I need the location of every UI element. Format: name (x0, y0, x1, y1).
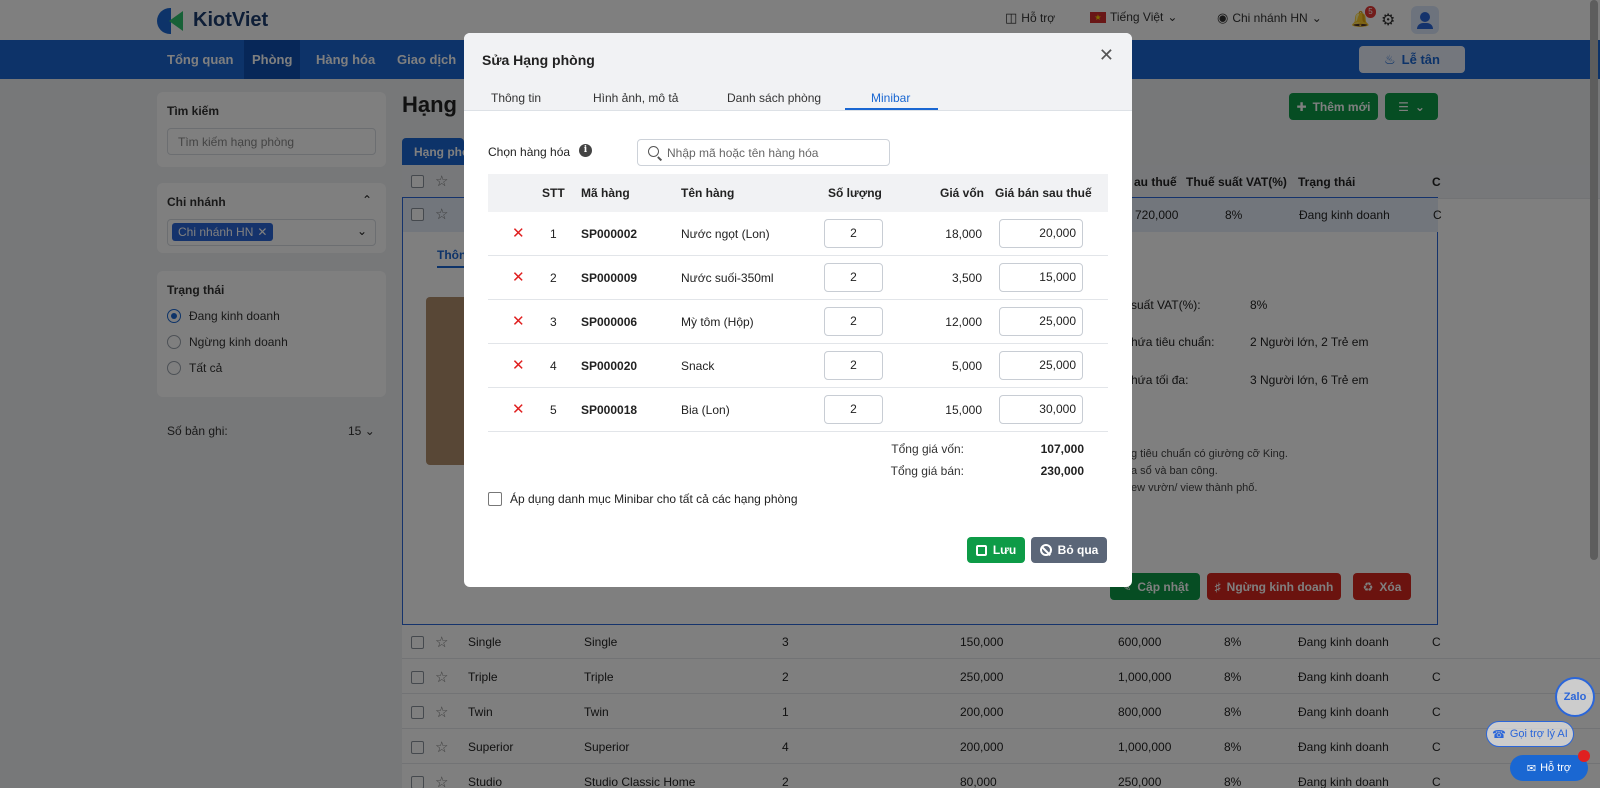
quantity-input[interactable]: 2 (824, 351, 883, 380)
minibar-row: ✕ 5 SP000018 Bia (Lon) 2 15,000 30,000 (488, 388, 1108, 432)
help-chat-button[interactable]: ✉ Hỗ trợ (1510, 755, 1588, 781)
cost-price: 18,000 (945, 227, 982, 241)
tab-hinh-anh[interactable]: Hình ảnh, mô tả (593, 91, 678, 111)
modal-header: Sửa Hạng phòng ✕ Thông tin Hình ảnh, mô … (464, 33, 1132, 111)
save-icon (975, 544, 987, 556)
ai-assistant-button[interactable]: ☎ Gọi trợ lý AI (1486, 721, 1574, 747)
total-sale-label: Tổng giá bán: (890, 464, 964, 478)
total-cost-value: 107,000 (1040, 442, 1084, 456)
row-number: 5 (550, 403, 557, 417)
save-button[interactable]: Lưu (967, 537, 1025, 563)
row-number: 1 (550, 227, 557, 241)
zalo-button[interactable]: Zalo (1555, 677, 1595, 717)
product-name: Mỳ tôm (Hộp) (681, 315, 754, 329)
row-number: 3 (550, 315, 557, 329)
product-code: SP000018 (581, 403, 638, 417)
total-sale-value: 230,000 (1040, 464, 1084, 478)
product-code: SP000020 (581, 359, 638, 373)
quantity-input[interactable]: 2 (824, 219, 883, 248)
column-header: Tên hàng (681, 186, 735, 200)
minibar-row: ✕ 4 SP000020 Snack 2 5,000 25,000 (488, 344, 1108, 388)
remove-icon[interactable]: ✕ (512, 356, 525, 374)
apply-all-checkbox[interactable] (488, 492, 502, 506)
product-code: SP000006 (581, 315, 638, 329)
total-cost-label: Tổng giá vốn: (891, 442, 964, 456)
product-code: SP000009 (581, 271, 638, 285)
sale-price-input[interactable]: 25,000 (999, 351, 1083, 380)
help-notification-dot (1578, 750, 1590, 762)
apply-all-label: Áp dụng danh mục Minibar cho tất cả các … (510, 492, 798, 506)
minibar-row: ✕ 3 SP000006 Mỳ tôm (Hộp) 2 12,000 25,00… (488, 300, 1108, 344)
minibar-table-header: STT Mã hàng Tên hàng Số lượng Giá vốn Gi… (488, 174, 1108, 212)
close-icon[interactable]: ✕ (1099, 45, 1114, 66)
tab-danh-sach-phong[interactable]: Danh sách phòng (727, 91, 821, 111)
chat-icon: ✉ (1526, 762, 1537, 775)
remove-icon[interactable]: ✕ (512, 400, 525, 418)
product-code: SP000002 (581, 227, 638, 241)
cost-price: 12,000 (945, 315, 982, 329)
quantity-input[interactable]: 2 (824, 263, 883, 292)
product-name: Nước ngọt (Lon) (681, 227, 770, 241)
sale-price-input[interactable]: 20,000 (999, 219, 1083, 248)
sale-price-input[interactable]: 15,000 (999, 263, 1083, 292)
save-label: Lưu (992, 543, 1017, 557)
sale-price-input[interactable]: 25,000 (999, 307, 1083, 336)
active-tab-indicator (845, 108, 938, 110)
row-number: 2 (550, 271, 557, 285)
quantity-input[interactable]: 2 (824, 307, 883, 336)
remove-icon[interactable]: ✕ (512, 224, 525, 242)
tab-thong-tin[interactable]: Thông tin (491, 91, 541, 111)
ban-icon (1039, 544, 1052, 556)
apply-all-checkbox-row[interactable]: Áp dụng danh mục Minibar cho tất cả các … (488, 492, 798, 506)
cost-price: 3,500 (951, 271, 982, 285)
skip-label: Bỏ qua (1057, 543, 1099, 557)
product-name: Nước suối-350ml (681, 271, 774, 285)
column-header: Giá bán sau thuế (995, 186, 1092, 200)
skip-button[interactable]: Bỏ qua (1031, 537, 1107, 563)
remove-icon[interactable]: ✕ (512, 268, 525, 286)
modal-title: Sửa Hạng phòng (482, 52, 595, 68)
info-icon[interactable]: i (579, 144, 592, 157)
search-icon (648, 146, 659, 157)
minibar-row: ✕ 1 SP000002 Nước ngọt (Lon) 2 18,000 20… (488, 212, 1108, 256)
column-header: STT (542, 186, 565, 200)
cost-price: 5,000 (951, 359, 982, 373)
minibar-row: ✕ 2 SP000009 Nước suối-350ml 2 3,500 15,… (488, 256, 1108, 300)
column-header: Giá vốn (940, 186, 985, 200)
quantity-input[interactable]: 2 (824, 395, 883, 424)
product-name: Snack (681, 359, 715, 373)
product-search-placeholder: Nhập mã hoặc tên hàng hóa (667, 146, 819, 160)
row-number: 4 (550, 359, 557, 373)
product-name: Bia (Lon) (681, 403, 730, 417)
column-header: Số lượng (828, 186, 882, 200)
column-header: Mã hàng (581, 186, 630, 200)
edit-room-class-modal: Sửa Hạng phòng ✕ Thông tin Hình ảnh, mô … (464, 33, 1132, 587)
pick-product-label: Chọn hàng hóa (488, 145, 571, 159)
cost-price: 15,000 (945, 403, 982, 417)
remove-icon[interactable]: ✕ (512, 312, 525, 330)
sale-price-input[interactable]: 30,000 (999, 395, 1083, 424)
help-chat-label: Hỗ trợ (1540, 762, 1572, 774)
product-search-input[interactable]: Nhập mã hoặc tên hàng hóa (637, 139, 890, 166)
ai-assistant-label: Gọi trợ lý AI (1509, 728, 1568, 740)
phone-icon: ☎ (1492, 728, 1506, 741)
